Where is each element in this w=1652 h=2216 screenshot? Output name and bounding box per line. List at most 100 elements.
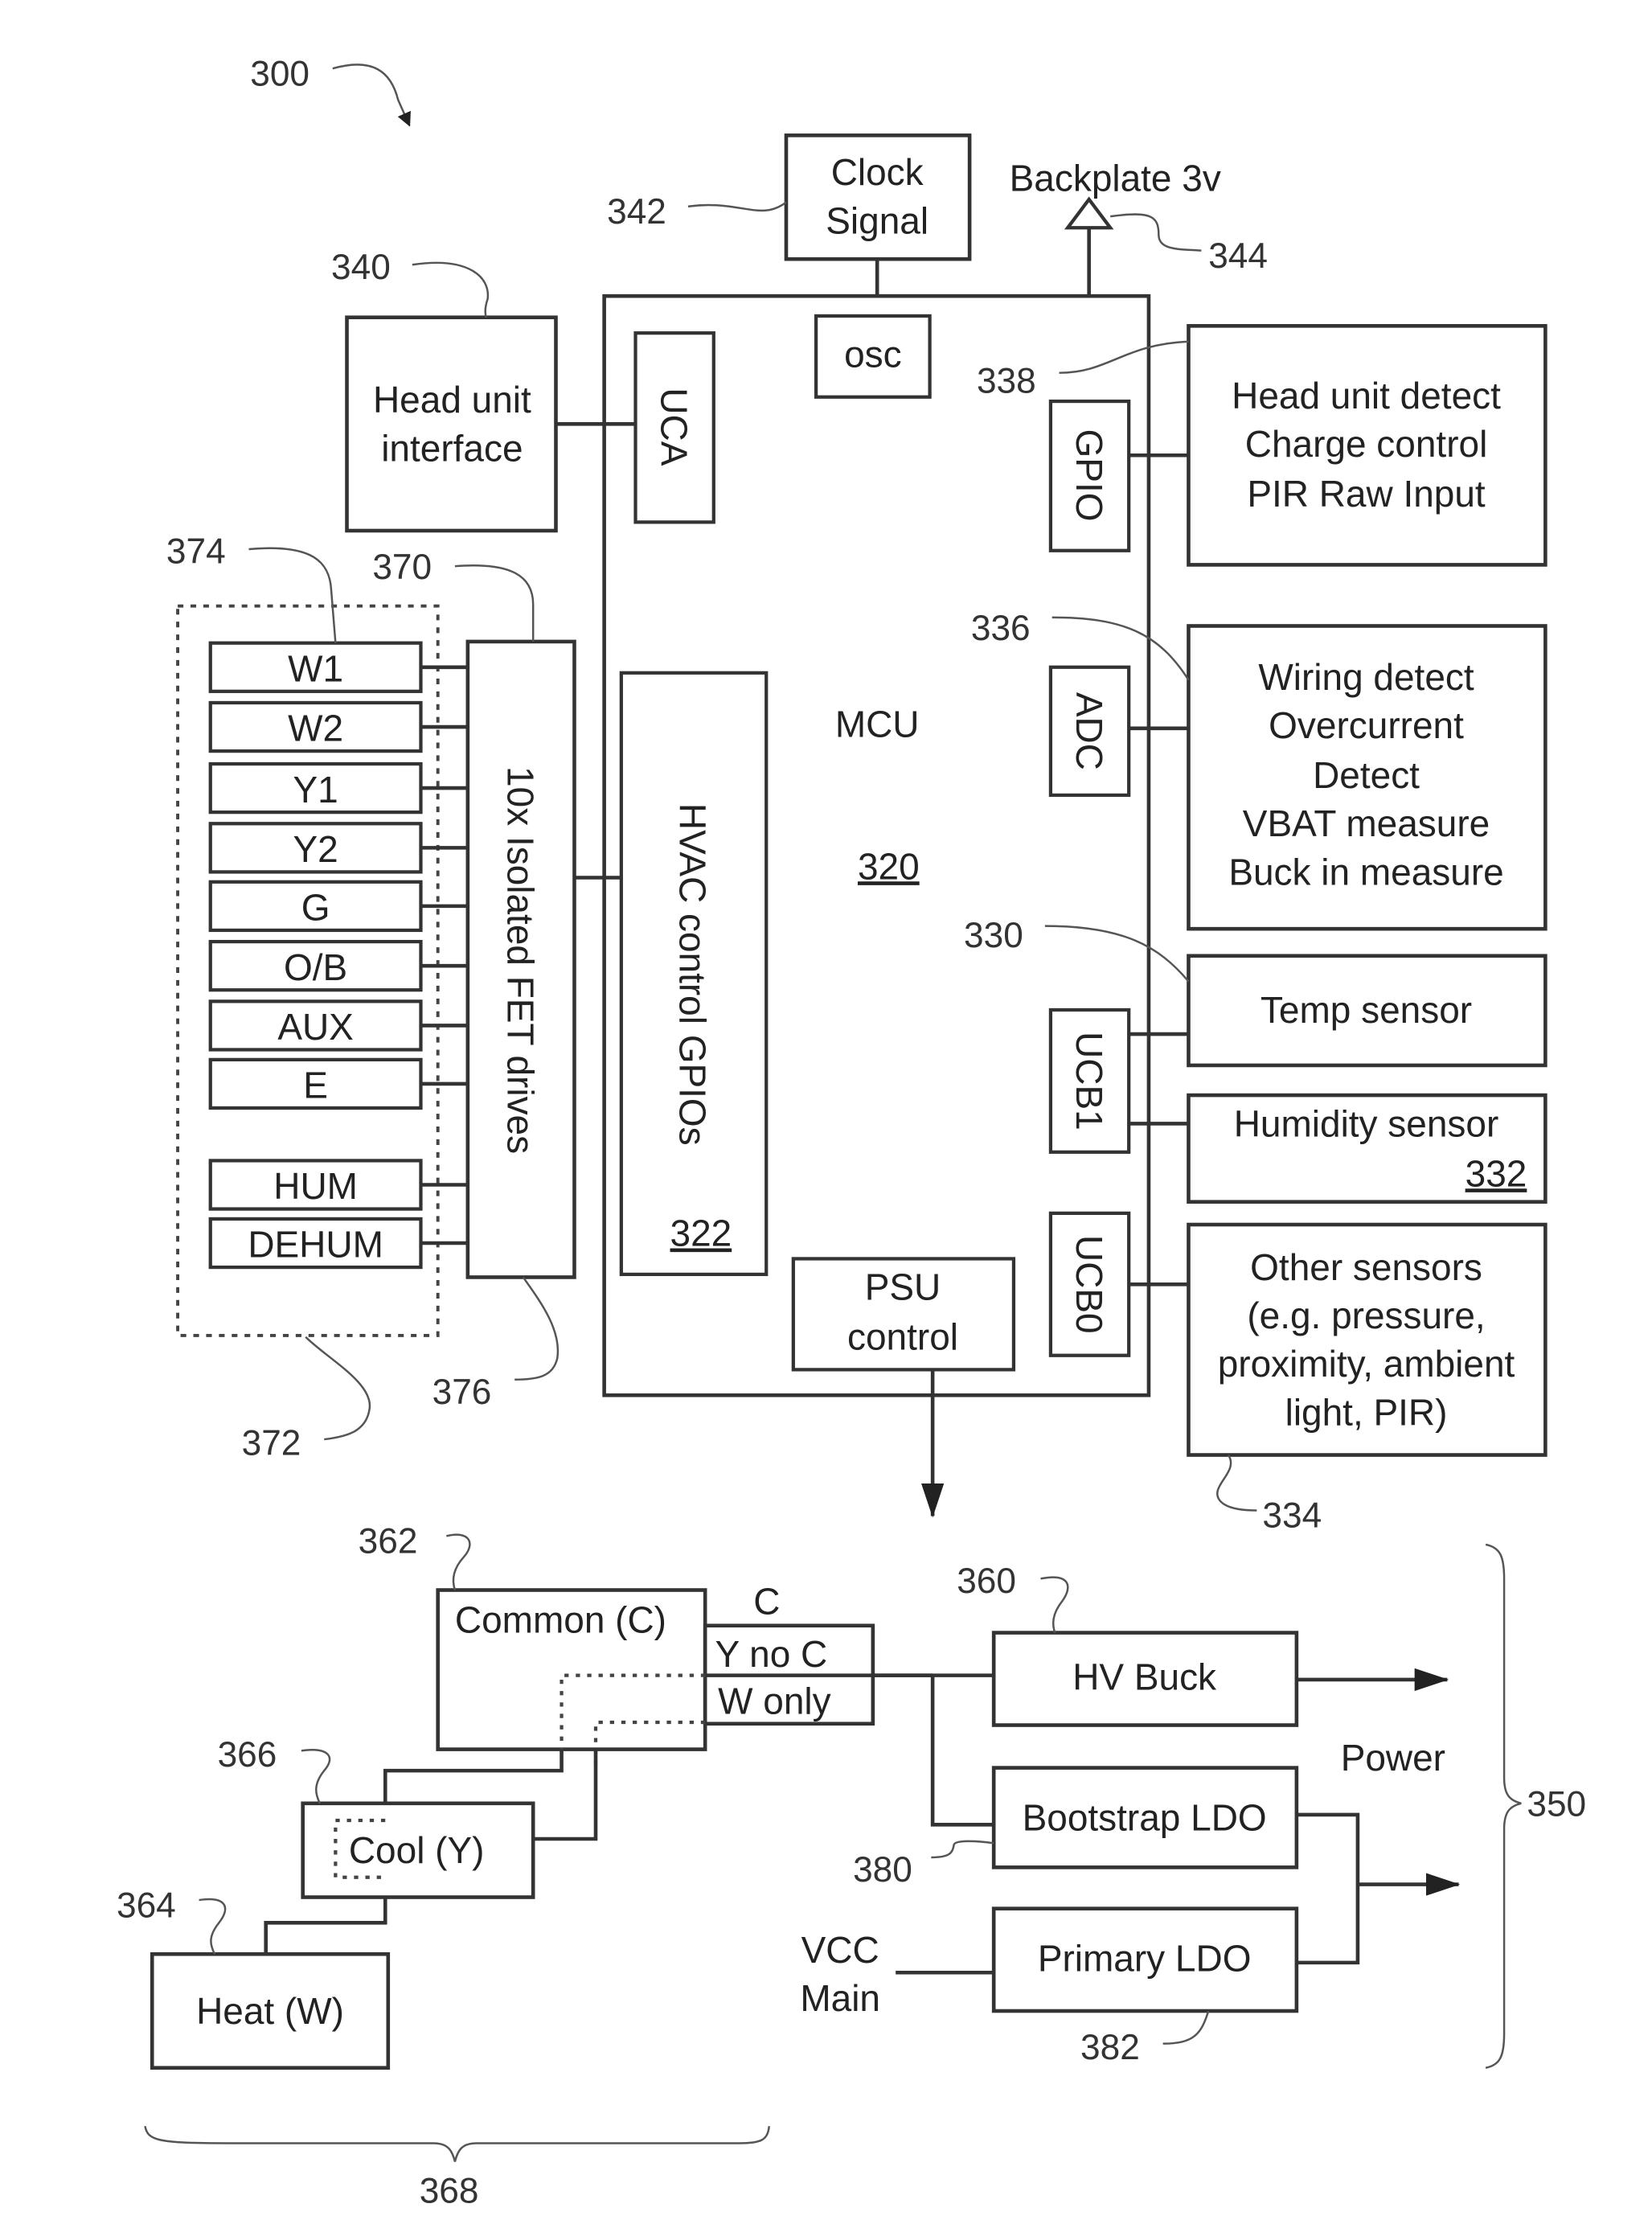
gpio-ref: 338: [977, 361, 1036, 400]
adc-ref: 336: [971, 609, 1031, 648]
humidity-sensor-ref: 332: [1465, 1152, 1527, 1194]
head-unit-ref: 340: [331, 248, 391, 287]
wire-terminal-leader: [248, 547, 337, 643]
other-sensors-leader: [1216, 1454, 1257, 1512]
wire-terminal: HUM: [208, 1159, 468, 1211]
clock-label-1: Clock: [831, 151, 924, 193]
wire-terminal: G: [208, 880, 468, 933]
temp-sensor-ref: 330: [964, 916, 1023, 955]
clock-label-2: Signal: [826, 199, 928, 241]
cool-y-leader: [301, 1749, 331, 1804]
primary-ldo-ref: 382: [1080, 2028, 1140, 2067]
wire-terminal-label: W1: [288, 647, 343, 689]
adc-functions-line-3: Detect: [1313, 754, 1420, 796]
fet-drives-leader-bottom: [514, 1276, 560, 1381]
wire-terminal: Y1: [208, 761, 468, 815]
wire-terminal-label: DEHUM: [248, 1224, 383, 1266]
wire-terminals: W1 W2 Y1 Y2 G O/B AUX E HUM DEHUM: [208, 641, 468, 1270]
hv-buck-label: HV Buck: [1072, 1656, 1217, 1697]
hvac-wires-brace: [144, 2125, 770, 2162]
wire-terminal-label: O/B: [284, 946, 347, 988]
other-sensors-line-2: (e.g. pressure,: [1247, 1295, 1485, 1336]
selector-w-only: W only: [718, 1680, 831, 1722]
hvac-gpios-label: HVAC control GPIOs: [671, 803, 713, 1146]
common-c-ref: 362: [359, 1522, 418, 1561]
wire-terminal: E: [208, 1057, 468, 1110]
hvac-gpios-ref: 322: [670, 1213, 732, 1254]
fet-drives-label: 10x Isolated FET drives: [499, 766, 541, 1154]
backplate-ref: 344: [1208, 236, 1268, 276]
gpio-functions-line-1: Head unit detect: [1232, 375, 1501, 417]
gpio-functions-line-2: Charge control: [1245, 423, 1488, 465]
backplate-label: Backplate 3v: [1010, 157, 1221, 199]
primary-ldo-label: Primary LDO: [1038, 1937, 1252, 1979]
wire-terminal-ref: 374: [166, 532, 226, 572]
primary-ldo-leader: [1162, 2010, 1210, 2045]
mcu-label: MCU: [835, 703, 920, 745]
figure-ref: 300: [250, 54, 309, 93]
fet-drives-ref-bottom: 376: [432, 1373, 492, 1412]
heat-w-label: Heat (W): [196, 1990, 344, 2032]
humidity-sensor-label: Humidity sensor: [1234, 1102, 1499, 1144]
bootstrap-ldo-leader: [931, 1840, 994, 1859]
psu-control-label-2: control: [847, 1316, 958, 1358]
adc-functions-line-4: VBAT measure: [1243, 802, 1490, 844]
head-unit-label-2: interface: [381, 427, 523, 469]
block-diagram: 300 Clock Signal 342 Backplate 3v 344 MC…: [117, 54, 1586, 2211]
wire-terminals-group-ref: 372: [242, 1424, 301, 1463]
clock-signal-block: Clock Signal: [784, 133, 972, 261]
fet-drives-leader: [454, 564, 535, 642]
gpio-label: GPIO: [1068, 429, 1110, 522]
power-group-ref: 350: [1527, 1785, 1586, 1824]
adc-functions-line-5: Buck in measure: [1228, 851, 1503, 893]
mcu-ref: 320: [858, 845, 920, 887]
cool-y-label: Cool (Y): [349, 1829, 485, 1871]
other-sensors-ref: 334: [1262, 1496, 1322, 1536]
uca-label: UCA: [653, 388, 695, 466]
backplate-leader: [1110, 213, 1202, 252]
wire-terminal-label: E: [303, 1065, 328, 1106]
ucb1-label: UCB1: [1068, 1032, 1110, 1131]
temp-sensor-label: Temp sensor: [1261, 989, 1472, 1031]
ucb0-label: UCB0: [1068, 1235, 1110, 1334]
power-brace: [1485, 1543, 1522, 2069]
other-sensors-line-3: proximity, ambient: [1218, 1343, 1515, 1385]
bootstrap-ldo-label: Bootstrap LDO: [1023, 1796, 1267, 1838]
adc-label: ADC: [1068, 692, 1110, 770]
wire-terminal-label: AUX: [277, 1006, 354, 1048]
wire-terminal: Y2: [208, 822, 468, 874]
wire-terminal-label: W2: [288, 708, 343, 749]
clock-leader: [687, 201, 787, 212]
head-unit-label-1: Head unit: [373, 379, 531, 421]
other-sensors-line-1: Other sensors: [1250, 1246, 1482, 1288]
hv-buck-leader: [1040, 1576, 1069, 1633]
fet-drives-ref: 370: [372, 548, 432, 587]
wire-terminal-label: Y1: [293, 769, 338, 810]
backplate-triangle-icon: [1064, 196, 1114, 230]
common-c-label: Common (C): [455, 1599, 666, 1641]
adc-functions-line-2: Overcurrent: [1269, 704, 1464, 746]
vcc-main-label-2: Main: [800, 1977, 880, 2019]
psu-control-label-1: PSU: [865, 1266, 941, 1308]
bootstrap-ldo-ref: 380: [853, 1850, 912, 1890]
hvac-wires-ref: 368: [420, 2172, 479, 2211]
hv-buck-ref: 360: [957, 1561, 1016, 1601]
wire-terminal-label: HUM: [273, 1165, 358, 1207]
wire-terminal: AUX: [208, 999, 468, 1052]
vcc-main-label-1: VCC: [801, 1929, 879, 1971]
power-label: Power: [1341, 1737, 1445, 1779]
clock-ref: 342: [607, 192, 666, 232]
wire-terminals-group-leader: [305, 1336, 371, 1441]
figure-ref-arrow: [332, 64, 411, 127]
common-c-leader: [446, 1533, 471, 1590]
selector-c: C: [753, 1581, 780, 1623]
heat-w-leader: [199, 1898, 227, 1955]
wire-terminal: W1: [208, 641, 468, 693]
other-sensors-line-4: light, PIR): [1285, 1391, 1448, 1433]
gpio-functions-line-3: PIR Raw Input: [1247, 473, 1486, 515]
heat-w-ref: 364: [117, 1886, 176, 1925]
cool-y-ref: 366: [218, 1735, 277, 1775]
wire-terminal: W2: [208, 700, 468, 753]
selector-y-no-c: Y no C: [715, 1633, 828, 1675]
wire-terminal-label: G: [301, 887, 330, 929]
